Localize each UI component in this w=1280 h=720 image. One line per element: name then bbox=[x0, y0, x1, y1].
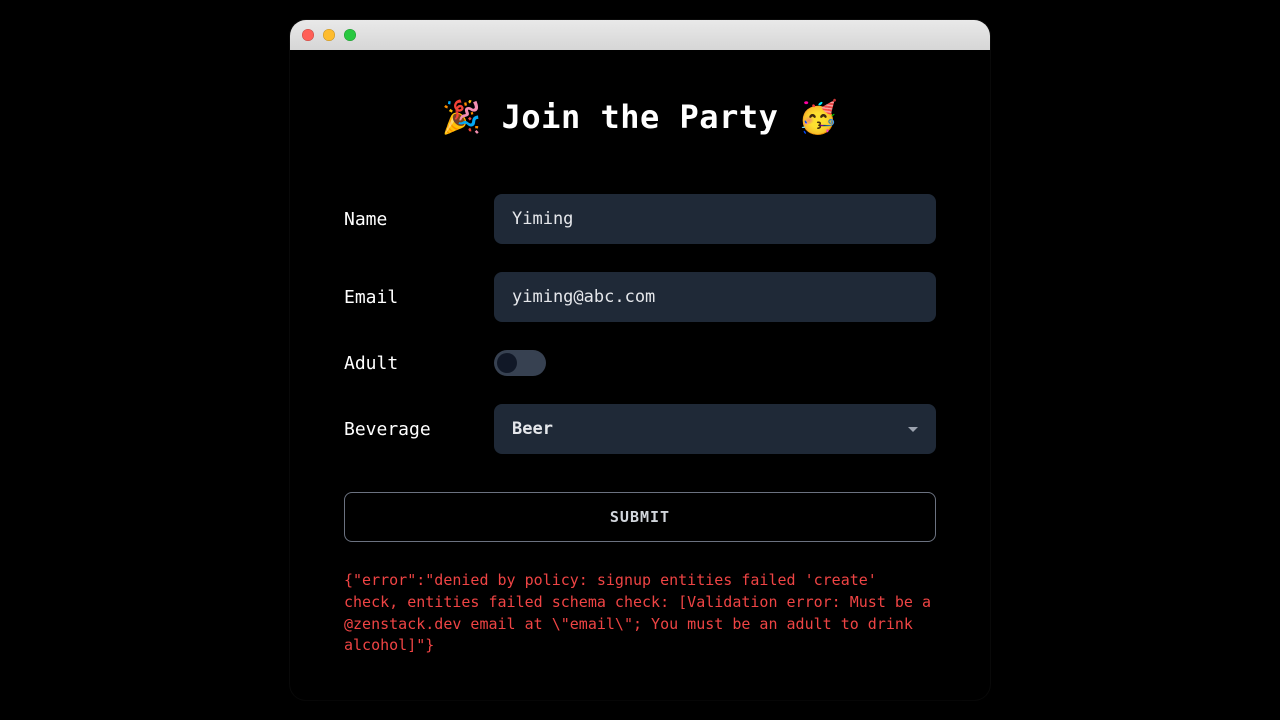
app-window: 🎉 Join the Party 🥳 Name Email Adult Be bbox=[290, 20, 990, 700]
error-message: {"error":"denied by policy: signup entit… bbox=[344, 570, 936, 657]
page-title: 🎉 Join the Party 🥳 bbox=[344, 98, 936, 136]
chevron-down-icon bbox=[908, 427, 918, 432]
email-field[interactable] bbox=[494, 272, 936, 322]
submit-button[interactable]: SUBMIT bbox=[344, 492, 936, 542]
adult-row: Adult bbox=[344, 350, 936, 376]
adult-toggle[interactable] bbox=[494, 350, 546, 376]
adult-label: Adult bbox=[344, 353, 494, 374]
minimize-icon[interactable] bbox=[323, 29, 335, 41]
name-row: Name bbox=[344, 194, 936, 244]
name-label: Name bbox=[344, 209, 494, 230]
email-row: Email bbox=[344, 272, 936, 322]
beverage-label: Beverage bbox=[344, 419, 494, 440]
beverage-row: Beverage Beer bbox=[344, 404, 936, 454]
beverage-value: Beer bbox=[512, 419, 553, 439]
toggle-knob-icon bbox=[497, 353, 517, 373]
email-label: Email bbox=[344, 287, 494, 308]
name-input[interactable] bbox=[494, 194, 936, 244]
window-titlebar bbox=[290, 20, 990, 50]
close-icon[interactable] bbox=[302, 29, 314, 41]
beverage-select[interactable]: Beer bbox=[494, 404, 936, 454]
maximize-icon[interactable] bbox=[344, 29, 356, 41]
